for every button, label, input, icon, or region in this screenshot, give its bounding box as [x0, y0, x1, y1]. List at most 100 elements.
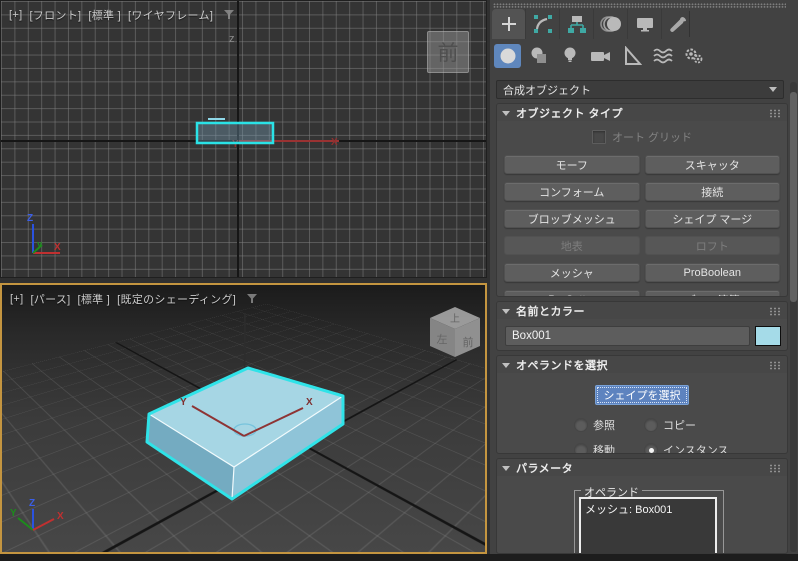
rollout-name-color: 名前とカラー [496, 301, 788, 351]
viewport-menu-standard[interactable]: [標準 ] [88, 7, 121, 23]
object-name-input[interactable] [505, 326, 750, 346]
perspective-scene: Y X Z Y X 上 左 前 [10, 307, 480, 531]
viewport-front[interactable]: [+] [フロント] [標準 ] [ワイヤフレーム] z X Y Z X y 前 [0, 0, 487, 278]
box-object-wireframe[interactable] [195, 121, 275, 145]
rollout-name-color-header[interactable]: 名前とカラー [497, 302, 787, 319]
tripod-z-label: Z [29, 498, 35, 509]
viewport-menu-standard[interactable]: [標準 ] [78, 291, 111, 307]
tripod-y-label: Y [10, 508, 17, 519]
create-categories [494, 43, 707, 69]
tab-display[interactable] [627, 9, 661, 39]
rollout-title: パラメータ [516, 463, 574, 475]
viewport-menu-general[interactable]: [+] [9, 9, 22, 21]
radio-copy-label[interactable]: コピー [663, 417, 696, 433]
button-blobmesh[interactable]: ブロッブメッシュ [504, 209, 640, 228]
dropdown-value: 合成オブジェクト [503, 84, 591, 97]
panel-grip-handle[interactable] [493, 3, 786, 8]
category-cameras[interactable] [587, 44, 614, 68]
radio-move-label[interactable]: 移動 [593, 442, 615, 453]
box-object[interactable] [145, 366, 345, 501]
light-bulb-icon [564, 47, 575, 62]
viewport-perspective[interactable]: [+] [パース] [標準 ] [既定のシェーディング] Y X Z Y X 上… [0, 283, 487, 554]
rollout-title: 名前とカラー [516, 306, 585, 318]
modify-icon [533, 15, 552, 33]
radio-copy[interactable] [644, 418, 658, 432]
collapse-caret-icon [502, 362, 510, 368]
radio-reference[interactable] [574, 418, 588, 432]
rollout-title: オブジェクト タイプ [516, 108, 624, 120]
rollout-pick-operand-header[interactable]: オペランドを選択 [497, 356, 787, 373]
rollout-grip-icon[interactable] [769, 108, 781, 118]
radio-move[interactable] [574, 443, 588, 453]
rollout-grip-icon[interactable] [769, 463, 781, 473]
viewcube-perspective[interactable]: 上 左 前 [430, 307, 480, 357]
helpers-triangle-icon [624, 46, 642, 65]
category-space-warps[interactable] [649, 44, 676, 68]
viewport-menu-shading[interactable]: [ワイヤフレーム] [128, 7, 213, 23]
tripod-y-label: y [37, 239, 42, 249]
button-scatter[interactable]: スキャッタ [644, 155, 780, 174]
viewport-menu-pov[interactable]: [フロント] [29, 7, 81, 23]
radio-instance[interactable] [644, 443, 658, 453]
rollout-grip-icon[interactable] [769, 306, 781, 316]
viewcube-front[interactable]: 前 [427, 31, 469, 73]
rollout-object-type: オブジェクト タイプ オート グリッド モーフ スキャッタ コンフォーム 接続 … [496, 103, 788, 297]
filter-icon[interactable] [247, 294, 258, 304]
button-connect[interactable]: 接続 [644, 182, 780, 201]
tab-modify[interactable] [525, 9, 559, 39]
command-panel-tabs [492, 9, 695, 39]
camera-icon [590, 52, 610, 61]
filter-icon[interactable] [224, 10, 235, 20]
object-color-swatch[interactable] [755, 326, 781, 346]
category-systems[interactable] [680, 44, 707, 68]
category-geometry[interactable] [494, 44, 521, 68]
autogrid-checkbox[interactable] [591, 130, 606, 144]
viewcube-front-label: 前 [463, 335, 474, 349]
clone-method-radios: 参照 コピー 移動 インスタンス [574, 417, 787, 453]
viewport-menu-general[interactable]: [+] [10, 293, 23, 305]
button-terrain[interactable]: 地表 [504, 236, 640, 255]
viewport-menu-pov[interactable]: [パース] [30, 291, 70, 307]
radio-instance-label[interactable]: インスタンス [663, 442, 729, 453]
button-loft[interactable]: ロフト [644, 236, 780, 255]
button-procutter[interactable]: ProCutter [504, 290, 640, 296]
category-helpers[interactable] [618, 44, 645, 68]
space-warps-waves-icon [652, 48, 673, 64]
tripod-x-label: X [54, 242, 61, 253]
radio-reference-label[interactable]: 参照 [593, 417, 615, 433]
operand-list[interactable]: メッシュ: Box001 [579, 497, 717, 553]
pick-shape-button[interactable]: シェイプを選択 [595, 385, 689, 405]
geometry-icon [500, 48, 515, 64]
object-category-dropdown[interactable]: 合成オブジェクト [496, 80, 784, 99]
button-conform[interactable]: コンフォーム [504, 182, 640, 201]
motion-icon [599, 16, 621, 32]
rollout-grip-icon[interactable] [769, 360, 781, 370]
rollout-pick-operand: オペランドを選択 シェイプを選択 参照 コピー 移動 インスタンス [496, 355, 788, 454]
rollout-object-type-header[interactable]: オブジェクト タイプ [497, 104, 787, 121]
button-mesher[interactable]: メッシャ [504, 263, 640, 282]
create-plus-icon [501, 17, 516, 31]
panel-scrollbar[interactable] [790, 82, 797, 552]
rollout-parameters-header[interactable]: パラメータ [497, 459, 787, 476]
collapse-caret-icon [502, 110, 510, 116]
tab-separator [689, 11, 690, 37]
scrollbar-thumb[interactable] [790, 92, 797, 302]
category-lights[interactable] [556, 44, 583, 68]
button-shapemerge[interactable]: シェイプ マージ [644, 209, 780, 228]
world-axis-tripod: Z Y X [10, 498, 64, 531]
button-boolean[interactable]: ブール演算 [644, 290, 780, 296]
world-axis-tripod: Z X y [27, 213, 61, 254]
button-proboolean[interactable]: ProBoolean [644, 263, 780, 282]
tab-create[interactable] [492, 9, 525, 39]
button-morph[interactable]: モーフ [504, 155, 640, 174]
z-axis-hint-label: z [229, 33, 235, 45]
x-axis-label: X [331, 137, 338, 148]
tab-hierarchy[interactable] [559, 9, 593, 39]
viewport-persp-label: [+] [パース] [標準 ] [既定のシェーディング] [10, 291, 258, 307]
viewcube-left-label: 左 [437, 333, 448, 346]
category-shapes[interactable] [525, 44, 552, 68]
viewport-menu-shading[interactable]: [既定のシェーディング] [117, 291, 236, 307]
collapse-caret-icon [502, 308, 510, 314]
tab-motion[interactable] [593, 9, 627, 39]
operand-list-item[interactable]: メッシュ: Box001 [581, 499, 715, 519]
